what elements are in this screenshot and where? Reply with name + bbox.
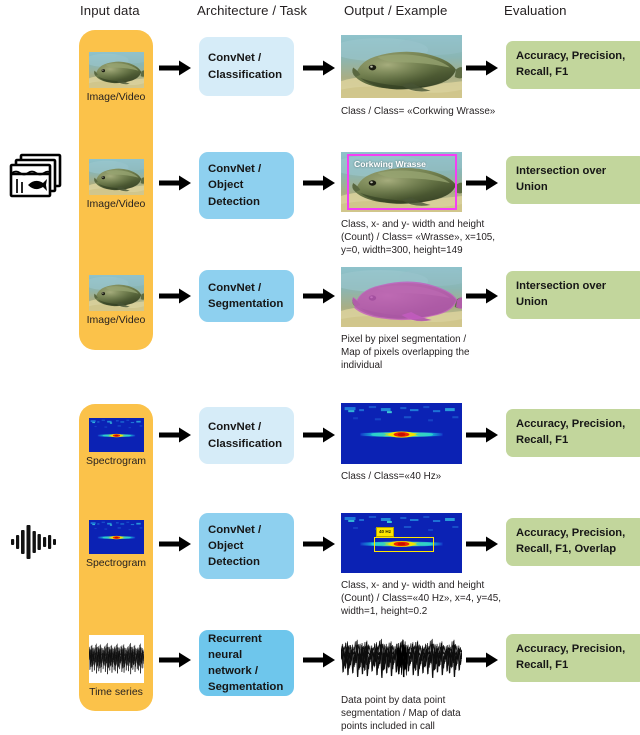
evaluation-box-row-2[interactable]: Intersection over Union [506, 156, 640, 204]
column-header-input-data: Input data [80, 3, 140, 18]
input-thumbnail-row-5 [89, 520, 144, 554]
evaluation-label-row-1: Accuracy, Precision, Recall, F1 [516, 50, 626, 78]
architecture-box-row-5[interactable]: ConvNet / Object Detection [199, 513, 294, 579]
architecture-box-row-3[interactable]: ConvNet / Segmentation [199, 270, 294, 322]
architecture-label-row-5: ConvNet / Object Detection [208, 523, 262, 569]
arrow-output-to-eval-row-2 [466, 175, 499, 196]
evaluation-box-row-4[interactable]: Accuracy, Precision, Recall, F1 [506, 409, 640, 457]
evaluation-label-row-2: Intersection over Union [516, 165, 607, 193]
output-image-row-3 [341, 267, 462, 327]
input-label-row-6: Time series [89, 686, 143, 698]
evaluation-box-row-1[interactable]: Accuracy, Precision, Recall, F1 [506, 41, 640, 89]
arrow-arch-to-output-row-5 [303, 536, 336, 557]
input-label-row-4: Spectrogram [85, 455, 147, 467]
arrow-input-to-arch-row-4 [159, 427, 192, 448]
video-frames-fish-icon [8, 152, 66, 206]
audio-waveform-icon [8, 520, 66, 564]
output-image-row-4 [341, 403, 462, 464]
output-image-row-2: Corkwing Wrasse [341, 152, 462, 212]
input-thumbnail-row-6 [89, 635, 144, 683]
arrow-arch-to-output-row-2 [303, 175, 336, 196]
input-label-row-3: Image/Video [86, 314, 146, 326]
evaluation-box-row-5[interactable]: Accuracy, Precision, Recall, F1, Overlap [506, 518, 640, 566]
architecture-box-row-4[interactable]: ConvNet / Classification [199, 407, 294, 464]
input-thumbnail-row-1 [89, 52, 144, 88]
input-label-row-2: Image/Video [86, 198, 146, 210]
bounding-box-label-row-2: Corkwing Wrasse [354, 159, 426, 169]
architecture-box-row-1[interactable]: ConvNet / Classification [199, 37, 294, 96]
evaluation-label-row-3: Intersection over Union [516, 280, 607, 308]
architecture-label-row-1: ConvNet / Classification [208, 52, 283, 81]
architecture-label-row-2: ConvNet / Object Detection [208, 163, 262, 208]
architecture-label-row-4: ConvNet / Classification [208, 421, 283, 450]
arrow-output-to-eval-row-5 [466, 536, 499, 557]
evaluation-label-row-6: Accuracy, Precision, Recall, F1 [516, 643, 626, 671]
arrow-arch-to-output-row-4 [303, 427, 336, 448]
architecture-label-row-6: Recurrent neural network / Segmentation [208, 632, 284, 694]
evaluation-box-row-6[interactable]: Accuracy, Precision, Recall, F1 [506, 634, 640, 682]
column-header-output-example: Output / Example [344, 3, 448, 18]
arrow-input-to-arch-row-3 [159, 288, 192, 309]
output-image-row-1 [341, 35, 462, 98]
arrow-output-to-eval-row-6 [466, 652, 499, 673]
output-caption-row-1: Class / Class= «Corkwing Wrasse» [341, 106, 496, 117]
input-thumbnail-row-3 [89, 275, 144, 311]
arrow-input-to-arch-row-6 [159, 652, 192, 673]
input-label-row-1: Image/Video [86, 91, 146, 103]
arrow-input-to-arch-row-5 [159, 536, 192, 557]
arrow-output-to-eval-row-3 [466, 288, 499, 309]
arrow-input-to-arch-row-2 [159, 175, 192, 196]
input-thumbnail-row-4 [89, 418, 144, 452]
input-thumbnail-row-2 [89, 159, 144, 195]
arrow-arch-to-output-row-6 [303, 652, 336, 673]
architecture-box-row-2[interactable]: ConvNet / Object Detection [199, 152, 294, 219]
arrow-arch-to-output-row-1 [303, 60, 336, 81]
output-caption-row-5: Class, x- and y- width and height (Count… [341, 580, 502, 618]
evaluation-box-row-3[interactable]: Intersection over Union [506, 271, 640, 319]
arrow-arch-to-output-row-3 [303, 288, 336, 309]
column-header-evaluation: Evaluation [504, 3, 567, 18]
output-caption-row-2: Class, x- and y- width and height (Count… [341, 219, 496, 257]
column-header-architecture-task: Architecture / Task [197, 3, 308, 18]
output-caption-row-4: Class / Class=«40 Hz» [341, 471, 442, 482]
evaluation-label-row-4: Accuracy, Precision, Recall, F1 [516, 418, 626, 446]
bounding-box-tag-row-5: 40 Hz [376, 527, 395, 537]
architecture-label-row-3: ConvNet / Segmentation [208, 281, 284, 310]
output-image-row-6 [341, 629, 462, 689]
arrow-output-to-eval-row-1 [466, 60, 499, 81]
input-label-row-5: Spectrogram [85, 557, 147, 569]
output-image-row-5: 40 Hz [341, 513, 462, 573]
arrow-input-to-arch-row-1 [159, 60, 192, 81]
diagram-canvas: Input data Architecture / Task Output / … [0, 0, 640, 735]
architecture-box-row-6[interactable]: Recurrent neural network / Segmentation [199, 630, 294, 696]
evaluation-label-row-5: Accuracy, Precision, Recall, F1, Overlap [516, 527, 626, 555]
arrow-output-to-eval-row-4 [466, 427, 499, 448]
bounding-box-yellow-row-5 [374, 537, 434, 552]
output-caption-row-6: Data point by data point segmentation / … [341, 695, 461, 733]
output-caption-row-3: Pixel by pixel segmentation / Map of pix… [341, 334, 470, 372]
